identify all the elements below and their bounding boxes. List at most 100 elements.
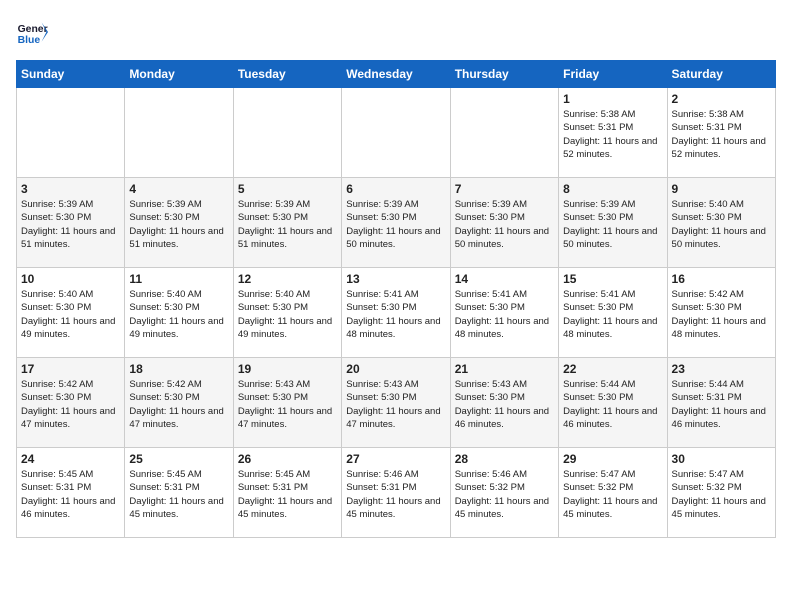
day-info: Sunrise: 5:39 AM Sunset: 5:30 PM Dayligh… — [238, 198, 337, 251]
calendar-cell: 16 Sunrise: 5:42 AM Sunset: 5:30 PM Dayli… — [667, 268, 775, 358]
day-info: Sunrise: 5:38 AM Sunset: 5:31 PM Dayligh… — [672, 108, 771, 161]
calendar-cell: 26 Sunrise: 5:45 AM Sunset: 5:31 PM Dayli… — [233, 448, 341, 538]
day-number: 22 — [563, 362, 662, 376]
day-info: Sunrise: 5:47 AM Sunset: 5:32 PM Dayligh… — [563, 468, 662, 521]
calendar-cell: 7 Sunrise: 5:39 AM Sunset: 5:30 PM Daylig… — [450, 178, 558, 268]
day-info: Sunrise: 5:39 AM Sunset: 5:30 PM Dayligh… — [563, 198, 662, 251]
day-number: 16 — [672, 272, 771, 286]
calendar-cell: 5 Sunrise: 5:39 AM Sunset: 5:30 PM Daylig… — [233, 178, 341, 268]
day-info: Sunrise: 5:39 AM Sunset: 5:30 PM Dayligh… — [346, 198, 445, 251]
day-number: 24 — [21, 452, 120, 466]
calendar-cell: 25 Sunrise: 5:45 AM Sunset: 5:31 PM Dayli… — [125, 448, 233, 538]
calendar-cell — [342, 88, 450, 178]
day-number: 26 — [238, 452, 337, 466]
day-number: 21 — [455, 362, 554, 376]
day-info: Sunrise: 5:41 AM Sunset: 5:30 PM Dayligh… — [563, 288, 662, 341]
calendar-cell — [125, 88, 233, 178]
day-info: Sunrise: 5:43 AM Sunset: 5:30 PM Dayligh… — [346, 378, 445, 431]
day-info: Sunrise: 5:42 AM Sunset: 5:30 PM Dayligh… — [21, 378, 120, 431]
day-number: 20 — [346, 362, 445, 376]
day-number: 1 — [563, 92, 662, 106]
day-info: Sunrise: 5:44 AM Sunset: 5:31 PM Dayligh… — [672, 378, 771, 431]
calendar-cell: 14 Sunrise: 5:41 AM Sunset: 5:30 PM Dayli… — [450, 268, 558, 358]
day-info: Sunrise: 5:38 AM Sunset: 5:31 PM Dayligh… — [563, 108, 662, 161]
calendar-cell: 12 Sunrise: 5:40 AM Sunset: 5:30 PM Dayli… — [233, 268, 341, 358]
day-number: 18 — [129, 362, 228, 376]
day-info: Sunrise: 5:43 AM Sunset: 5:30 PM Dayligh… — [238, 378, 337, 431]
day-number: 4 — [129, 182, 228, 196]
day-info: Sunrise: 5:42 AM Sunset: 5:30 PM Dayligh… — [672, 288, 771, 341]
calendar-cell — [233, 88, 341, 178]
day-number: 27 — [346, 452, 445, 466]
calendar-cell — [450, 88, 558, 178]
day-info: Sunrise: 5:40 AM Sunset: 5:30 PM Dayligh… — [672, 198, 771, 251]
day-number: 10 — [21, 272, 120, 286]
day-number: 29 — [563, 452, 662, 466]
day-info: Sunrise: 5:40 AM Sunset: 5:30 PM Dayligh… — [21, 288, 120, 341]
day-number: 5 — [238, 182, 337, 196]
svg-text:Blue: Blue — [18, 35, 41, 46]
weekday-header: Saturday — [667, 61, 775, 88]
weekday-header: Thursday — [450, 61, 558, 88]
day-info: Sunrise: 5:39 AM Sunset: 5:30 PM Dayligh… — [129, 198, 228, 251]
weekday-header: Friday — [559, 61, 667, 88]
day-number: 28 — [455, 452, 554, 466]
day-number: 9 — [672, 182, 771, 196]
calendar-cell: 24 Sunrise: 5:45 AM Sunset: 5:31 PM Dayli… — [17, 448, 125, 538]
day-info: Sunrise: 5:41 AM Sunset: 5:30 PM Dayligh… — [346, 288, 445, 341]
day-info: Sunrise: 5:47 AM Sunset: 5:32 PM Dayligh… — [672, 468, 771, 521]
day-info: Sunrise: 5:44 AM Sunset: 5:30 PM Dayligh… — [563, 378, 662, 431]
day-info: Sunrise: 5:46 AM Sunset: 5:31 PM Dayligh… — [346, 468, 445, 521]
calendar-cell: 4 Sunrise: 5:39 AM Sunset: 5:30 PM Daylig… — [125, 178, 233, 268]
weekday-header: Sunday — [17, 61, 125, 88]
day-number: 6 — [346, 182, 445, 196]
day-number: 12 — [238, 272, 337, 286]
calendar-cell: 17 Sunrise: 5:42 AM Sunset: 5:30 PM Dayli… — [17, 358, 125, 448]
calendar-cell: 23 Sunrise: 5:44 AM Sunset: 5:31 PM Dayli… — [667, 358, 775, 448]
calendar-cell: 13 Sunrise: 5:41 AM Sunset: 5:30 PM Dayli… — [342, 268, 450, 358]
day-info: Sunrise: 5:45 AM Sunset: 5:31 PM Dayligh… — [238, 468, 337, 521]
day-info: Sunrise: 5:42 AM Sunset: 5:30 PM Dayligh… — [129, 378, 228, 431]
day-number: 11 — [129, 272, 228, 286]
calendar-cell: 9 Sunrise: 5:40 AM Sunset: 5:30 PM Daylig… — [667, 178, 775, 268]
day-number: 8 — [563, 182, 662, 196]
day-number: 15 — [563, 272, 662, 286]
day-number: 19 — [238, 362, 337, 376]
day-info: Sunrise: 5:41 AM Sunset: 5:30 PM Dayligh… — [455, 288, 554, 341]
day-info: Sunrise: 5:39 AM Sunset: 5:30 PM Dayligh… — [455, 198, 554, 251]
calendar-cell: 30 Sunrise: 5:47 AM Sunset: 5:32 PM Dayli… — [667, 448, 775, 538]
day-number: 17 — [21, 362, 120, 376]
logo: General Blue — [16, 16, 52, 48]
day-number: 14 — [455, 272, 554, 286]
calendar-cell: 2 Sunrise: 5:38 AM Sunset: 5:31 PM Daylig… — [667, 88, 775, 178]
day-info: Sunrise: 5:40 AM Sunset: 5:30 PM Dayligh… — [129, 288, 228, 341]
day-number: 7 — [455, 182, 554, 196]
calendar-cell: 29 Sunrise: 5:47 AM Sunset: 5:32 PM Dayli… — [559, 448, 667, 538]
calendar-cell: 27 Sunrise: 5:46 AM Sunset: 5:31 PM Dayli… — [342, 448, 450, 538]
calendar-table: SundayMondayTuesdayWednesdayThursdayFrid… — [16, 60, 776, 538]
calendar-cell: 22 Sunrise: 5:44 AM Sunset: 5:30 PM Dayli… — [559, 358, 667, 448]
day-info: Sunrise: 5:45 AM Sunset: 5:31 PM Dayligh… — [21, 468, 120, 521]
day-number: 30 — [672, 452, 771, 466]
calendar-cell: 15 Sunrise: 5:41 AM Sunset: 5:30 PM Dayli… — [559, 268, 667, 358]
weekday-header: Monday — [125, 61, 233, 88]
calendar-cell: 8 Sunrise: 5:39 AM Sunset: 5:30 PM Daylig… — [559, 178, 667, 268]
weekday-header: Tuesday — [233, 61, 341, 88]
calendar-cell: 10 Sunrise: 5:40 AM Sunset: 5:30 PM Dayli… — [17, 268, 125, 358]
day-number: 2 — [672, 92, 771, 106]
calendar-cell: 1 Sunrise: 5:38 AM Sunset: 5:31 PM Daylig… — [559, 88, 667, 178]
weekday-header: Wednesday — [342, 61, 450, 88]
day-info: Sunrise: 5:45 AM Sunset: 5:31 PM Dayligh… — [129, 468, 228, 521]
calendar-cell: 20 Sunrise: 5:43 AM Sunset: 5:30 PM Dayli… — [342, 358, 450, 448]
calendar-cell: 3Sunrise: 5:39 AM Sunset: 5:30 PM Daylig… — [17, 178, 125, 268]
day-number: 13 — [346, 272, 445, 286]
calendar-cell: 28Sunrise: 5:46 AM Sunset: 5:32 PM Dayli… — [450, 448, 558, 538]
calendar-cell: 6 Sunrise: 5:39 AM Sunset: 5:30 PM Daylig… — [342, 178, 450, 268]
day-info: Sunrise: 5:40 AM Sunset: 5:30 PM Dayligh… — [238, 288, 337, 341]
day-number: 25 — [129, 452, 228, 466]
calendar-cell — [17, 88, 125, 178]
calendar-cell: 11 Sunrise: 5:40 AM Sunset: 5:30 PM Dayli… — [125, 268, 233, 358]
day-number: 3 — [21, 182, 120, 196]
day-number: 23 — [672, 362, 771, 376]
calendar-cell: 21Sunrise: 5:43 AM Sunset: 5:30 PM Dayli… — [450, 358, 558, 448]
